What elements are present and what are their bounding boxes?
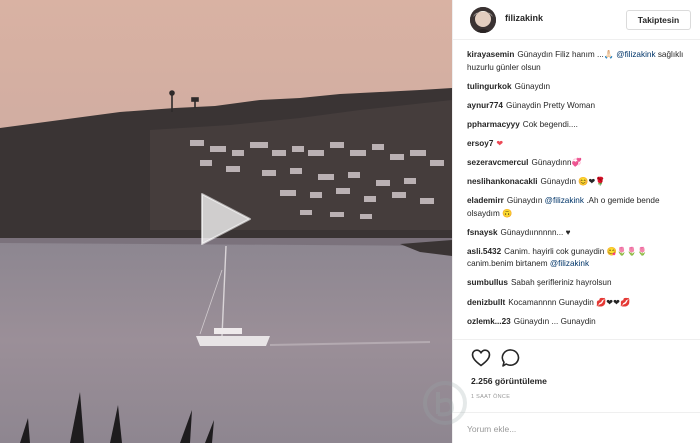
comment-text: Günaydın Filiz hanım ...🙏🏻 <box>517 50 614 59</box>
comment-text: Günaydıınnnnn... ♥ <box>500 227 571 237</box>
comment-mention-link[interactable]: @filizakink <box>545 196 584 205</box>
comment-text: Günaydın <box>514 81 551 91</box>
comment-mention-link[interactable]: @filizakink <box>550 259 589 268</box>
comment-item: denizbullt Kocamannnn Gunaydin 💋❤❤💋 <box>467 297 693 310</box>
comment-username[interactable]: fsnaysk <box>467 228 498 237</box>
comment-item: sumbullus Sabah şerifleriniz hayrolsun <box>467 277 693 290</box>
comment-item: elademirr Günaydın @filizakink .Ah o gemi… <box>467 195 693 220</box>
comment-username[interactable]: aynur774 <box>467 101 503 110</box>
comment-text: Sabah şerifleriniz hayrolsun <box>510 278 612 288</box>
comment-username[interactable]: elademirr <box>467 196 504 205</box>
comment-username[interactable]: kirayasemin <box>467 50 514 59</box>
heart-outline-icon[interactable] <box>471 348 491 368</box>
comment-text: Cok begendi.... <box>522 119 578 129</box>
post-video[interactable] <box>0 0 452 443</box>
comment-item: ppharmacyyy Cok begendi.... <box>467 119 693 132</box>
username[interactable]: filizakink <box>505 13 543 23</box>
speech-bubble-icon[interactable] <box>501 348 521 368</box>
post-time: 1 SAAT ÖNCE <box>471 394 511 400</box>
comment-text: Günaydın <box>506 196 543 206</box>
comment-text: Kocamannnn Gunaydin 💋❤❤💋 <box>508 297 631 307</box>
comment-item: tulingurkok Günaydın <box>467 81 693 94</box>
comment-username[interactable]: sumbullus <box>467 278 508 287</box>
comment-item: aynur774 Günaydin Pretty Woman <box>467 100 693 113</box>
comment-item: neslihankonacakli Günaydın 😊❤🌹 <box>467 176 693 189</box>
comment-item: sezeravcmercul Günaydınn💞 <box>467 157 693 170</box>
comment-username[interactable]: sezeravcmercul <box>467 158 528 167</box>
watermark-logo <box>423 381 467 425</box>
comment-username[interactable]: denizbullt <box>467 298 505 307</box>
comment-item: asli.5432 Canim. hayirli cok gunaydin 😋🌷🌷… <box>467 246 693 271</box>
comment-username[interactable]: asli.5432 <box>467 247 501 256</box>
comment-text: Günaydınn💞 <box>531 157 582 167</box>
comment-item: kirayasemin Günaydın Filiz hanım ...🙏🏻 @f… <box>467 49 693 74</box>
comment-item: ersoy7 ❤ <box>467 138 693 151</box>
post-header: filizakink Takiptesin <box>453 0 700 40</box>
comment-item: ozlemk...23 Günaydın ... Gunaydin <box>467 316 693 329</box>
comment-username[interactable]: ersoy7 <box>467 139 493 148</box>
post-sidebar: filizakink Takiptesin kirayasemin Günaydı… <box>452 0 700 443</box>
follow-button[interactable]: Takiptesin <box>626 10 691 30</box>
comment-username[interactable]: neslihankonacakli <box>467 177 538 186</box>
comment-item: fsnaysk Günaydıınnnnn... ♥ <box>467 227 693 240</box>
comment-form <box>453 412 700 443</box>
comment-text: Günaydın 😊❤🌹 <box>540 177 606 187</box>
view-count: 2.256 görüntüleme <box>471 376 547 386</box>
comment-list: kirayasemin Günaydın Filiz hanım ...🙏🏻 @f… <box>467 49 693 339</box>
action-bar <box>453 339 700 373</box>
comment-username[interactable]: tulingurkok <box>467 82 512 91</box>
play-icon[interactable] <box>200 192 252 246</box>
comment-input[interactable] <box>467 421 677 437</box>
comment-text: Günaydın ... Gunaydin <box>513 316 596 326</box>
comment-mention-link[interactable]: @filizakink <box>616 50 655 59</box>
comment-username[interactable]: ozlemk...23 <box>467 317 511 326</box>
heart-emoji-icon: ❤ <box>496 138 504 148</box>
comment-username[interactable]: ppharmacyyy <box>467 120 520 129</box>
avatar[interactable] <box>470 7 496 33</box>
comment-text: Günaydin Pretty Woman <box>505 100 596 110</box>
